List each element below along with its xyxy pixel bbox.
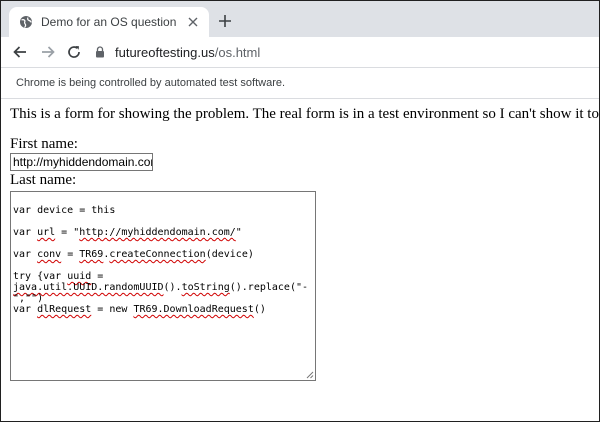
reload-icon bbox=[68, 46, 80, 58]
close-tab-icon[interactable] bbox=[185, 14, 201, 30]
new-tab-button[interactable] bbox=[215, 11, 235, 31]
url-path: /os.html bbox=[214, 44, 261, 60]
intro-text: This is a form for showing the problem. … bbox=[10, 106, 600, 122]
last-name-textarea[interactable]: var device = this var url = "http://myhi… bbox=[10, 191, 316, 381]
code-line: java.util.UUID.randomUUID().toString().r… bbox=[13, 282, 309, 293]
automation-infobar: Chrome is being controlled by automated … bbox=[1, 68, 599, 99]
page-content: This is a form for showing the problem. … bbox=[10, 105, 600, 381]
resize-handle-icon[interactable] bbox=[306, 371, 314, 379]
browser-toolbar: futureoftesting.us/os.html bbox=[1, 37, 599, 68]
address-bar[interactable]: futureoftesting.us/os.html bbox=[93, 39, 593, 65]
last-name-label: Last name: bbox=[10, 172, 77, 188]
back-button[interactable] bbox=[9, 41, 31, 63]
tab-strip: Demo for an OS question bbox=[1, 1, 599, 37]
back-arrow-icon bbox=[13, 46, 26, 58]
browser-tab[interactable]: Demo for an OS question bbox=[9, 7, 209, 37]
code-line: var dlRequest = new TR69.DownloadRequest… bbox=[13, 304, 266, 315]
first-name-input[interactable]: http://myhiddendomain.com/ bbox=[10, 153, 153, 171]
lock-icon bbox=[93, 45, 107, 59]
forward-arrow-icon bbox=[42, 46, 55, 58]
browser-window: Demo for an OS question futureoftesting.… bbox=[0, 0, 600, 422]
first-name-label: First name: bbox=[10, 136, 78, 152]
tab-title: Demo for an OS question bbox=[41, 15, 177, 29]
code-line: var conv = TR69.createConnection(device) bbox=[13, 249, 254, 260]
code-line: var device = this bbox=[13, 205, 116, 216]
reload-button[interactable] bbox=[63, 41, 85, 63]
code-line: var url = "http://myhiddendomain.com/" bbox=[13, 227, 242, 238]
code-line: ","") bbox=[13, 293, 44, 304]
code-line: try {var uuid = bbox=[13, 271, 104, 282]
forward-button[interactable] bbox=[37, 41, 59, 63]
plus-icon bbox=[219, 15, 231, 27]
url-host: futureoftesting.us bbox=[115, 44, 215, 60]
infobar-text: Chrome is being controlled by automated … bbox=[16, 77, 286, 89]
globe-icon bbox=[19, 15, 33, 29]
